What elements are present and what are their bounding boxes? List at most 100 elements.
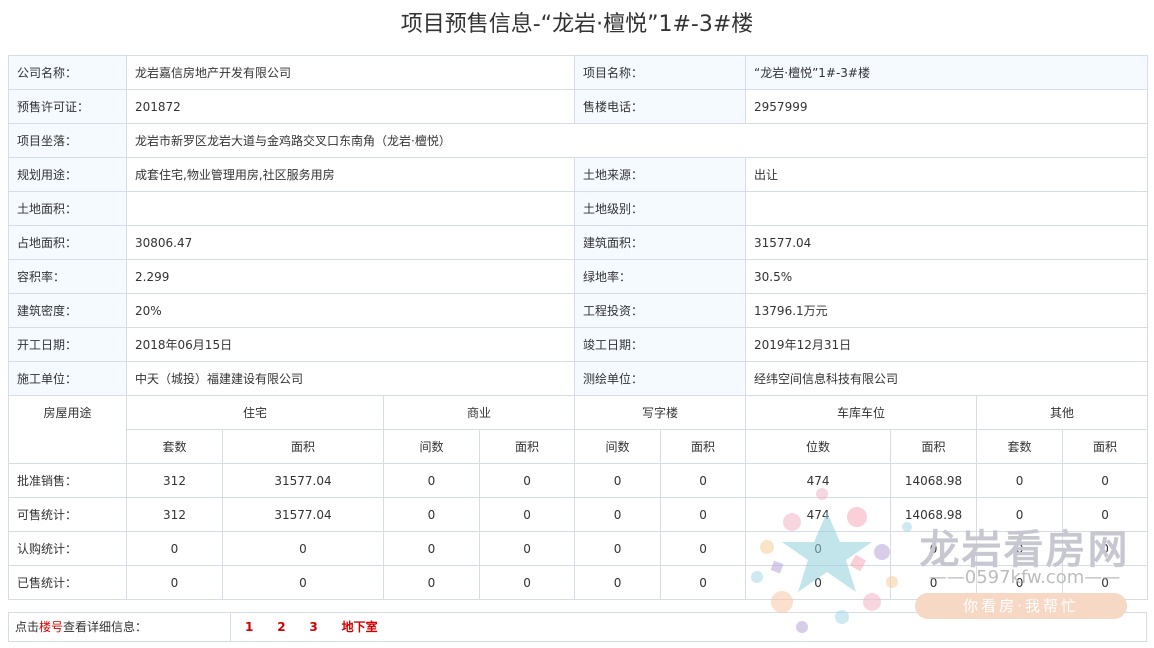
cell: 0 [976, 463, 1064, 498]
sub-header: 位数 [745, 429, 892, 464]
sub-header: 面积 [1062, 429, 1149, 464]
field-label: 土地来源： [574, 157, 747, 192]
sub-header: 间数 [574, 429, 662, 464]
land-source-value: 出让 [745, 157, 1149, 192]
cell: 0 [574, 565, 662, 600]
info-row: 预售许可证： 201872 售楼电话： 2957999 [8, 89, 1149, 124]
cell: 474 [745, 497, 892, 532]
label-suffix: 查看详细信息： [63, 620, 148, 634]
cell: 312 [126, 497, 223, 532]
builder-value: 中天（城投）福建建设有限公司 [125, 361, 576, 396]
cell: 474 [745, 463, 892, 498]
row-label: 可售统计： [8, 497, 127, 532]
cell: 31577.04 [222, 497, 384, 532]
info-row: 土地面积： 土地级别： [8, 191, 1149, 226]
cell: 0 [574, 497, 662, 532]
cell: 0 [383, 565, 480, 600]
stats-row-approved: 批准销售： 312 31577.04 0 0 0 0 474 14068.98 … [8, 463, 1149, 498]
field-label: 土地面积： [8, 191, 127, 226]
watermark-url: ——0597kfw.com—— [928, 567, 1121, 588]
cell: 0 [745, 531, 892, 566]
cell: 0 [478, 531, 576, 566]
start-value: 2018年06月15日 [125, 327, 576, 362]
cell: 0 [383, 531, 480, 566]
field-label: 项目坐落： [8, 123, 127, 158]
field-label: 项目名称： [574, 55, 747, 90]
project-value: “龙岩·檀悦”1#-3#楼 [745, 55, 1149, 90]
cell: 0 [126, 531, 223, 566]
sub-header: 套数 [976, 429, 1064, 464]
building-links-label: 点击楼号查看详细信息： [9, 613, 231, 641]
cell: 0 [745, 565, 892, 600]
info-row: 容积率： 2.299 绿地率： 30.5% [8, 259, 1149, 294]
field-label: 绿地率： [574, 259, 747, 294]
stats-group-header-row: 房屋用途 住宅 商业 写字楼 车库车位 其他 [8, 395, 1149, 464]
sub-header: 面积 [478, 429, 576, 464]
info-row: 开工日期： 2018年06月15日 竣工日期： 2019年12月31日 [8, 327, 1149, 362]
field-label: 测绘单位： [574, 361, 747, 396]
location-value: 龙岩市新罗区龙岩大道与金鸡路交叉口东南角（龙岩·檀悦） [125, 123, 1149, 158]
permit-value: 201872 [125, 89, 576, 124]
occupy-area-value: 30806.47 [125, 225, 576, 260]
field-label: 占地面积： [8, 225, 127, 260]
use-value: 成套住宅,物业管理用房,社区服务用房 [125, 157, 576, 192]
group-header-garage: 车库车位 [745, 395, 978, 430]
cell: 0 [222, 565, 384, 600]
cell: 0 [660, 531, 747, 566]
building-link-1[interactable]: 1 [245, 620, 253, 634]
building-links: 1 2 3 地下室 [245, 613, 398, 641]
field-label: 竣工日期： [574, 327, 747, 362]
company-value: 龙岩嘉信房地产开发有限公司 [125, 55, 576, 90]
page-title: 项目预售信息-“龙岩·檀悦”1#-3#楼 [400, 12, 754, 37]
field-label: 建筑面积： [574, 225, 747, 260]
cell: 0 [478, 565, 576, 600]
sub-header: 面积 [222, 429, 384, 464]
cell: 0 [574, 463, 662, 498]
building-link-2[interactable]: 2 [277, 620, 285, 634]
field-label: 施工单位： [8, 361, 127, 396]
cell: 0 [126, 565, 223, 600]
sub-header: 间数 [383, 429, 480, 464]
stats-sub-header-row: 套数 面积 间数 面积 间数 面积 位数 面积 套数 面积 [9, 429, 1149, 464]
sub-header: 面积 [660, 429, 747, 464]
cell: 31577.04 [222, 463, 384, 498]
row-label: 批准销售： [8, 463, 127, 498]
field-label: 容积率： [8, 259, 127, 294]
build-area-value: 31577.04 [745, 225, 1149, 260]
land-area-value [125, 191, 576, 226]
label-prefix: 点击 [15, 620, 40, 634]
field-label: 工程投资： [574, 293, 747, 328]
cell: 0 [660, 463, 747, 498]
invest-value: 13796.1万元 [745, 293, 1149, 328]
info-row: 公司名称： 龙岩嘉信房地产开发有限公司 项目名称： “龙岩·檀悦”1#-3#楼 [8, 55, 1149, 90]
sub-header: 套数 [126, 429, 223, 464]
field-label: 建筑密度： [8, 293, 127, 328]
info-row: 规划用途： 成套住宅,物业管理用房,社区服务用房 土地来源： 出让 [8, 157, 1149, 192]
cell: 0 [478, 497, 576, 532]
info-row: 建筑密度： 20% 工程投资： 13796.1万元 [8, 293, 1149, 328]
cell: 0 [660, 497, 747, 532]
surveyor-value: 经纬空间信息科技有限公司 [745, 361, 1149, 396]
cell: 0 [660, 565, 747, 600]
density-value: 20% [125, 293, 576, 328]
cell: 0 [222, 531, 384, 566]
sub-header: 面积 [890, 429, 978, 464]
info-row: 项目坐落： 龙岩市新罗区龙岩大道与金鸡路交叉口东南角（龙岩·檀悦） [8, 123, 1149, 158]
land-grade-value [745, 191, 1149, 226]
cell: 0 [478, 463, 576, 498]
info-row: 占地面积： 30806.47 建筑面积： 31577.04 [8, 225, 1149, 260]
building-link-3[interactable]: 3 [309, 620, 317, 634]
group-header-residential: 住宅 [126, 395, 384, 430]
cell: 0 [574, 531, 662, 566]
cell: 14068.98 [890, 463, 978, 498]
row-label: 认购统计： [8, 531, 127, 566]
field-label: 售楼电话： [574, 89, 747, 124]
cell: 0 [1062, 463, 1149, 498]
building-link-basement[interactable]: 地下室 [342, 620, 378, 634]
field-label: 土地级别： [574, 191, 747, 226]
phone-value: 2957999 [745, 89, 1149, 124]
field-label: 公司名称： [8, 55, 127, 90]
row-label: 已售统计： [8, 565, 127, 600]
cell: 0 [383, 497, 480, 532]
cell: 0 [383, 463, 480, 498]
